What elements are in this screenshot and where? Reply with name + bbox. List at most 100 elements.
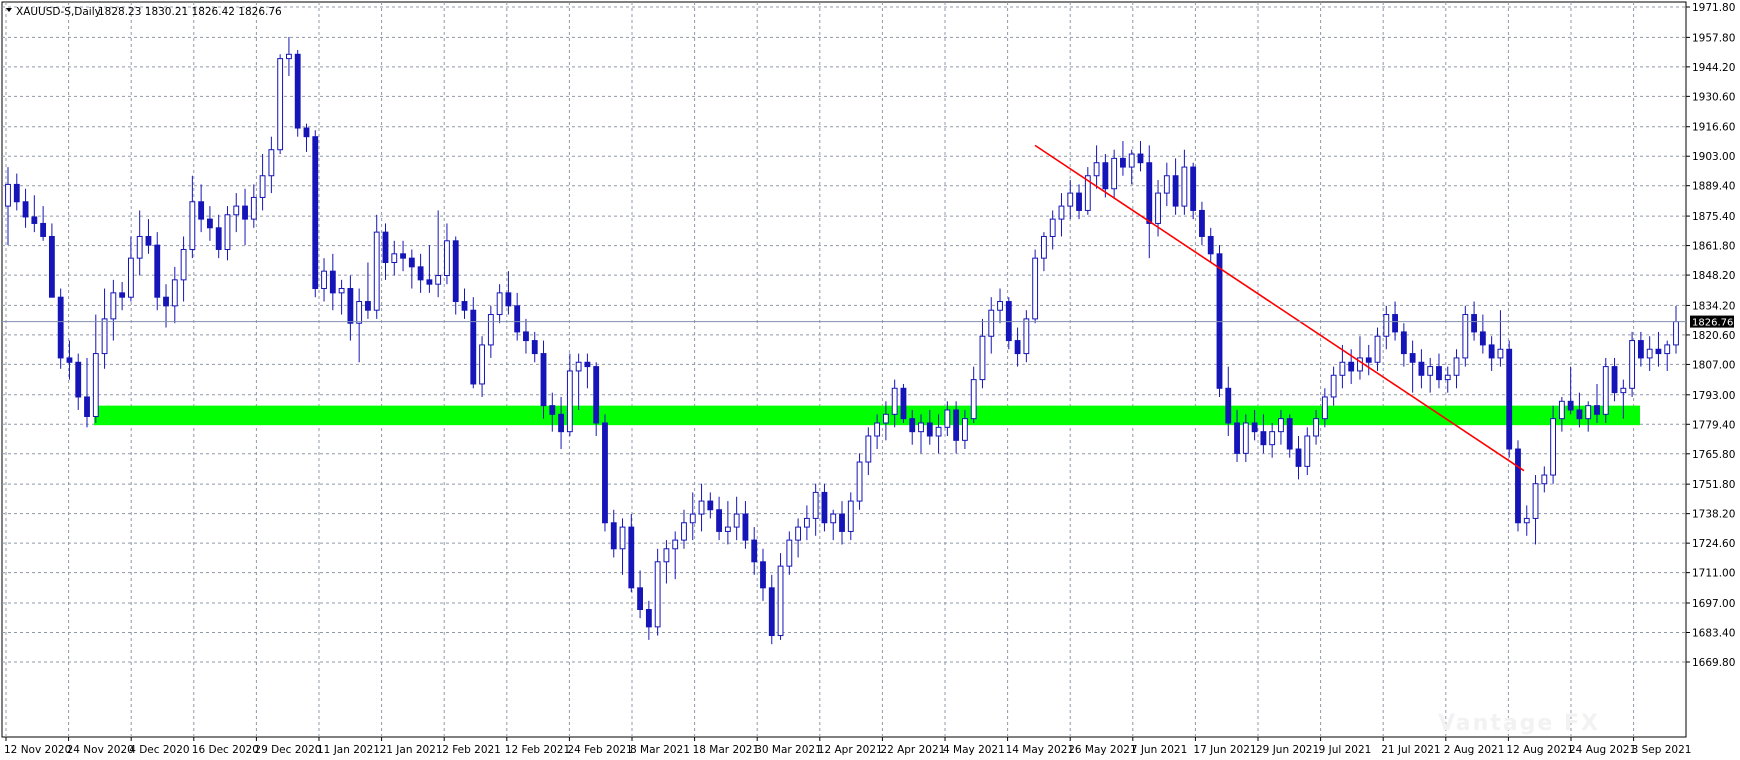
candle-body-bear xyxy=(154,244,161,298)
x-tick-label: 24 Aug 2021 xyxy=(1569,744,1636,756)
y-tick-label: 1930.60 xyxy=(1692,91,1735,103)
x-tick-label: 12 Aug 2021 xyxy=(1506,744,1573,756)
candle-body-bull xyxy=(1242,422,1249,454)
candle-body-bear xyxy=(645,609,652,628)
candle-body-bull xyxy=(1049,218,1056,237)
chart-window[interactable]: 1971.80 1957.80 1944.20 1930.60 1916.60 1903.… xyxy=(0,0,1740,760)
candle-body-bear xyxy=(610,522,617,550)
support-zone-layer xyxy=(94,405,1640,426)
candle-body-bull xyxy=(566,370,573,433)
candle-body-bull xyxy=(988,309,995,337)
candle-body-bull xyxy=(1585,405,1592,420)
x-tick-label: 24 Feb 2021 xyxy=(567,744,632,756)
candle-body-bear xyxy=(602,422,608,524)
y-tick-label: 1889.40 xyxy=(1692,181,1735,193)
x-tick-label: 4 May 2021 xyxy=(943,744,1005,756)
x-tick-label: 30 Mar 2021 xyxy=(755,744,822,756)
candle-body-bull xyxy=(127,257,134,298)
candle-body-bull xyxy=(1023,318,1030,355)
candle-body-bull xyxy=(479,344,485,385)
x-tick-label: 8 Mar 2021 xyxy=(630,744,690,756)
candle-body-bear xyxy=(1295,448,1302,467)
y-tick-label: 1944.20 xyxy=(1692,62,1735,74)
candle-body-bear xyxy=(303,127,310,138)
candle-body-bear xyxy=(215,227,222,250)
candle-body-bull xyxy=(435,275,442,285)
candle-body-bear xyxy=(628,526,635,589)
candle-body-bear xyxy=(461,301,468,311)
candle-body-bull xyxy=(830,513,837,524)
candle-body-bull xyxy=(1032,257,1039,320)
candle-body-bull xyxy=(681,522,687,541)
candle-body-bull xyxy=(654,561,661,628)
candle-body-bull xyxy=(101,318,108,355)
x-tick-label: 4 Dec 2020 xyxy=(129,744,189,756)
candle-body-bear xyxy=(707,500,714,511)
candle-body-bull xyxy=(575,361,582,372)
x-tick-label: 12 Nov 2020 xyxy=(4,744,71,756)
candle-body-bull xyxy=(979,335,986,381)
x-tick-label: 16 Dec 2020 xyxy=(192,744,259,756)
candle-body-bear xyxy=(1251,422,1258,433)
candle-body-bull xyxy=(1444,374,1451,381)
candle-body-bull xyxy=(268,149,275,177)
candle-body-bear xyxy=(347,288,354,324)
candle-body-bull xyxy=(180,248,187,281)
candle-body-bear xyxy=(1409,353,1416,363)
x-tick-label: 18 Mar 2021 xyxy=(693,744,760,756)
candle-body-bull xyxy=(918,422,924,433)
x-tick-label: 21 Jan 2021 xyxy=(380,744,443,756)
candle-body-bear xyxy=(760,561,766,589)
y-tick-label: 1834.20 xyxy=(1692,300,1735,312)
candle-body-bear xyxy=(312,136,319,290)
candle-body-bull xyxy=(1497,348,1504,359)
x-tick-label: 2 Aug 2021 xyxy=(1444,744,1505,756)
candle-body-bear xyxy=(31,216,38,224)
candle-body-bear xyxy=(66,357,73,363)
candle-body-bear xyxy=(1611,366,1618,394)
candle-body-bull xyxy=(1462,314,1469,359)
candle-body-bull xyxy=(321,270,327,290)
candle-body-bull xyxy=(5,183,11,207)
candle xyxy=(1515,440,1521,532)
candle-body-bull xyxy=(1550,418,1557,476)
candle-body-bull xyxy=(891,387,898,415)
candle xyxy=(1462,305,1469,367)
candle-body-bear xyxy=(207,218,213,229)
candle xyxy=(1506,340,1513,458)
candle-body-bull xyxy=(1058,205,1065,220)
candle-body-bull xyxy=(1163,175,1170,194)
candle-body-bear xyxy=(1005,301,1012,342)
candle xyxy=(470,297,477,389)
x-tick-label: 29 Jun 2021 xyxy=(1256,744,1319,756)
candle-body-bull xyxy=(786,539,793,567)
candle-body-bear xyxy=(145,235,152,246)
y-tick-label: 1861.80 xyxy=(1692,241,1735,253)
candle-body-bear xyxy=(119,292,126,298)
candle-body-bear xyxy=(1479,331,1486,346)
candle xyxy=(1629,331,1636,397)
candle-body-bear xyxy=(198,201,205,220)
y-tick-label: 1711.00 xyxy=(1692,568,1735,580)
candle-body-bull xyxy=(391,253,398,263)
candle-body-bull xyxy=(1629,340,1636,389)
price-chart[interactable]: 1971.80 1957.80 1944.20 1930.60 1916.60 1903.… xyxy=(0,0,1740,760)
candle xyxy=(1032,249,1039,324)
candle-body-bear xyxy=(417,266,424,281)
y-tick-label: 1724.60 xyxy=(1692,538,1735,550)
candle-body-bull xyxy=(1523,517,1530,524)
candle-body-bear xyxy=(926,422,933,437)
x-tick-label: 17 Jun 2021 xyxy=(1193,744,1256,756)
y-tick-label: 1683.40 xyxy=(1692,628,1735,640)
candle-body-bull xyxy=(944,409,951,428)
time-axis: 12 Nov 202024 Nov 20204 Dec 2020 16 Dec 2… xyxy=(4,737,1691,756)
candle-body-bull xyxy=(233,205,240,216)
candle-body-bull xyxy=(795,526,802,541)
candle-body-bear xyxy=(540,353,547,407)
candle-body-bear xyxy=(751,539,758,563)
y-tick-label: 1957.80 xyxy=(1692,32,1735,44)
candle-body-bull xyxy=(1278,418,1284,433)
candle xyxy=(312,130,319,298)
y-tick-label: 1916.60 xyxy=(1692,122,1735,134)
candle-body-bear xyxy=(1286,418,1293,450)
